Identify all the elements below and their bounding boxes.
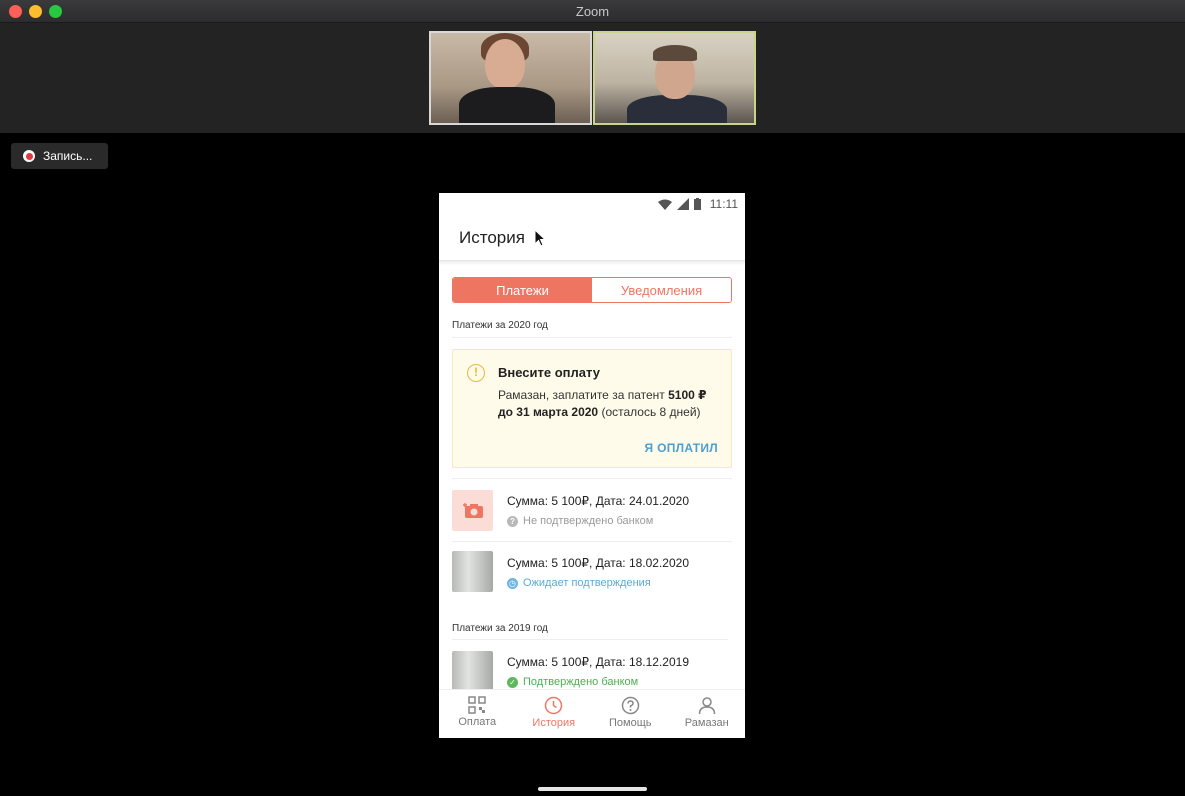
payment-status: ✓ Подтверждено банком [507,676,638,688]
camera-add-icon [462,503,483,518]
add-receipt-photo-button[interactable] [452,490,493,531]
participant-gallery [0,23,1185,133]
clock-icon [545,696,563,715]
status-time: 11:11 [709,197,738,211]
window-titlebar: Zoom [0,0,1185,23]
clock-icon: ◷ [507,577,518,589]
receipt-thumbnail[interactable] [452,551,493,592]
divider [452,337,732,338]
participant-hair [653,45,697,61]
participant-face [485,39,525,89]
nav-tab-profile[interactable]: Рамазан [669,690,746,738]
section-header-2020: Платежи за 2020 год [452,320,548,331]
nav-tab-help[interactable]: Помощь [592,690,669,738]
nav-tab-history[interactable]: История [516,690,593,738]
payment-status: ◷ Ожидает подтверждения [507,577,651,589]
divider [452,541,732,542]
help-icon [621,696,639,715]
tab-notifications[interactable]: Уведомления [592,278,731,302]
app-bar: История [439,215,745,261]
recording-indicator[interactable]: Запись... [11,143,108,169]
home-indicator [538,787,647,791]
check-icon: ✓ [507,676,518,688]
receipt-thumbnail[interactable] [452,651,493,689]
section-header-2019: Платежи за 2019 год [452,623,548,634]
status-bar: 11:11 [439,193,745,215]
signal-icon [677,198,689,210]
nav-tab-payment[interactable]: Оплата [439,690,516,738]
participant-video-2[interactable] [593,31,756,125]
question-icon: ? [507,515,518,527]
person-icon [698,697,715,715]
payment-status: ? Не подтверждено банком [507,515,653,527]
payment-summary: Сумма: 5 100₽, Дата: 18.02.2020 [507,556,690,570]
qr-code-icon [468,696,486,714]
payment-row[interactable]: Сумма: 5 100₽, Дата: 18.12.2019 ✓ Подтве… [452,651,732,689]
battery-icon [694,198,701,210]
history-segment-control: Платежи Уведомления [452,277,732,303]
i-paid-button[interactable]: Я ОПЛАТИЛ [645,441,718,455]
page-title: История [459,228,525,247]
mouse-cursor-icon [534,229,546,247]
tab-payments[interactable]: Платежи [453,278,592,302]
payment-summary: Сумма: 5 100₽, Дата: 18.12.2019 [507,655,690,669]
warning-icon: ! [467,364,485,382]
divider [452,639,728,640]
record-icon [23,150,35,162]
reminder-text: Рамазан, заплатите за патент 5100 ₽ до 3… [498,388,707,419]
payment-summary: Сумма: 5 100₽, Дата: 24.01.2020 [507,494,690,508]
payment-row[interactable]: Сумма: 5 100₽, Дата: 18.02.2020 ◷ Ожидае… [452,551,732,607]
recording-label: Запись... [43,149,93,163]
participant-video-1[interactable] [429,31,592,125]
participant-body [627,95,727,123]
reminder-title: Внесите оплату [498,365,600,380]
participant-body [459,87,555,123]
divider [452,478,732,479]
window-title: Zoom [575,4,610,19]
payment-row[interactable]: Сумма: 5 100₽, Дата: 24.01.2020 ? Не под… [452,490,732,546]
payment-reminder-card: ! Внесите оплату Рамазан, заплатите за п… [452,349,732,468]
shared-screen-phone: 11:11 История Платежи Уведомления Платеж… [439,193,745,738]
bottom-navigation: Оплата История Помощь Рамазан [439,689,745,738]
wifi-icon [658,199,672,210]
